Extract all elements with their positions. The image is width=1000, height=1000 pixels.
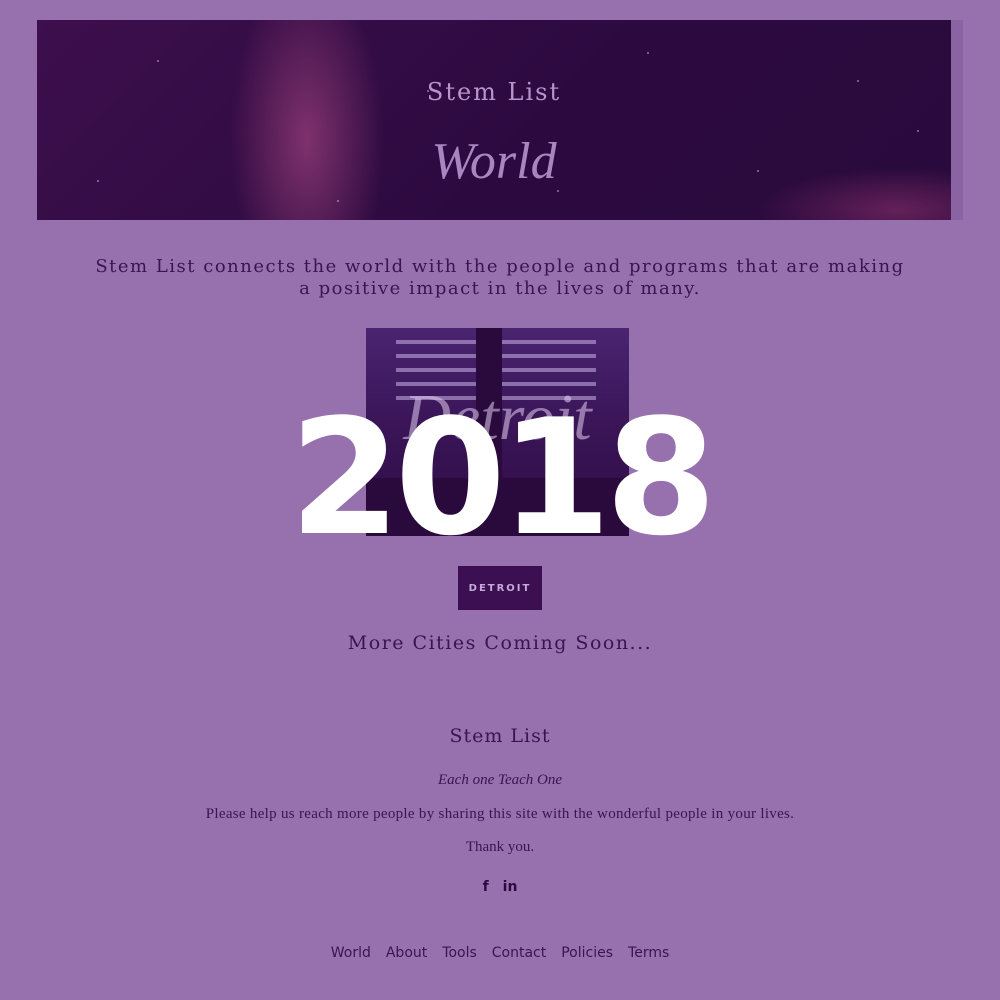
linkedin-icon[interactable]: in bbox=[503, 879, 518, 895]
nav-tools[interactable]: Tools bbox=[442, 945, 477, 961]
nav-about[interactable]: About bbox=[386, 945, 427, 961]
hero-edge bbox=[951, 20, 963, 220]
site-title: Stem List bbox=[426, 78, 562, 106]
facebook-icon[interactable]: f bbox=[483, 879, 489, 895]
nav-terms[interactable]: Terms bbox=[628, 945, 669, 961]
social-links: f in bbox=[0, 879, 1000, 895]
nav-contact[interactable]: Contact bbox=[492, 945, 546, 961]
share-text: Please help us reach more people by shar… bbox=[205, 806, 795, 822]
coming-soon-text: More Cities Coming Soon... bbox=[347, 632, 653, 654]
year-overlay: 2018 bbox=[289, 384, 716, 571]
page-title: World bbox=[431, 133, 557, 190]
intro-text: Stem List connects the world with the pe… bbox=[95, 256, 905, 299]
nav-world[interactable]: World bbox=[331, 945, 371, 961]
footer-brand: Stem List bbox=[449, 725, 551, 747]
nav-policies[interactable]: Policies bbox=[561, 945, 613, 961]
footer-nav: World About Tools Contact Policies Terms bbox=[0, 945, 1000, 961]
thanks-text: Thank you. bbox=[465, 839, 535, 855]
footer-motto: Each one Teach One bbox=[438, 772, 562, 788]
detroit-button[interactable]: DETROIT bbox=[458, 566, 542, 610]
hero-banner: Stem List World bbox=[37, 20, 951, 220]
